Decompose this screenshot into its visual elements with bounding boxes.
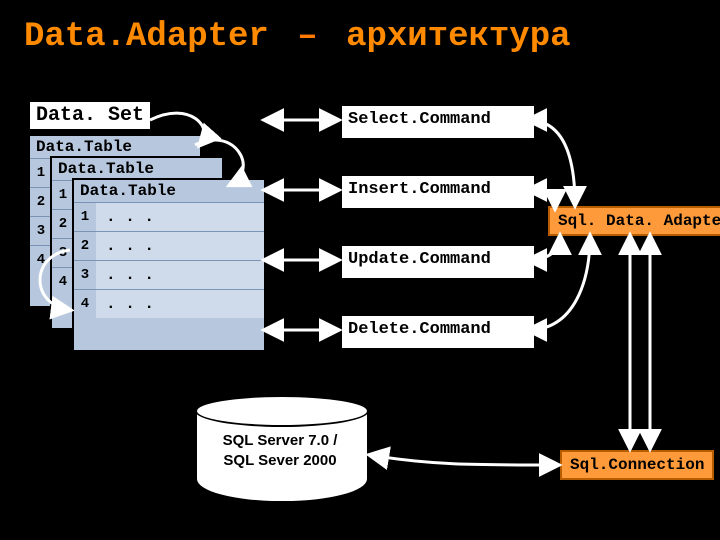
row-value: . . . bbox=[96, 202, 264, 231]
delete-command-box: Delete.Command bbox=[340, 314, 536, 350]
title-left: Data.Adapter bbox=[24, 18, 269, 56]
row-value: . . . bbox=[96, 231, 264, 260]
rownum: 3 bbox=[52, 238, 74, 267]
rownum: 2 bbox=[30, 187, 52, 216]
database-text: SQL Server 7.0 / SQL Sever 2000 bbox=[195, 431, 365, 471]
database-cylinder: SQL Server 7.0 / SQL Sever 2000 bbox=[195, 395, 365, 515]
dataset-block: Data. Set Data.Table 1 2 3 4 Data.Table … bbox=[28, 100, 288, 360]
select-command-box: Select.Command bbox=[340, 104, 536, 140]
rownum: 4 bbox=[30, 245, 52, 274]
title-right: архитектура bbox=[346, 18, 570, 56]
datatable-label-2: Data.Table bbox=[80, 182, 176, 200]
slide: Data.Adapter – архитектура Data. Set Dat… bbox=[0, 0, 720, 540]
insert-command-box: Insert.Command bbox=[340, 174, 536, 210]
rownum: 2 bbox=[52, 209, 74, 238]
row-numbers-back: 1 2 3 4 bbox=[30, 158, 52, 274]
title-dash: – bbox=[297, 18, 317, 56]
rownum: 4 bbox=[52, 267, 74, 296]
datatable-label-1: Data.Table bbox=[58, 160, 154, 178]
rownum: 4 bbox=[74, 289, 96, 318]
sql-connection-box: Sql.Connection bbox=[560, 450, 714, 480]
rownum: 1 bbox=[30, 158, 52, 187]
row-value: . . . bbox=[96, 260, 264, 289]
row-numbers-mid: 1 2 3 4 bbox=[52, 180, 74, 296]
row-numbers-front: 1 2 3 4 bbox=[74, 202, 96, 318]
rownum: 1 bbox=[52, 180, 74, 209]
database-line1: SQL Server 7.0 / bbox=[223, 432, 338, 449]
slide-title: Data.Adapter – архитектура bbox=[24, 18, 696, 56]
database-top bbox=[195, 395, 369, 427]
row-data-front: . . . . . . . . . . . . bbox=[96, 202, 264, 318]
update-command-box: Update.Command bbox=[340, 244, 536, 280]
rownum: 1 bbox=[74, 202, 96, 231]
sql-data-adapter-box: Sql. Data. Adapter bbox=[548, 206, 720, 236]
datatable-label-0: Data.Table bbox=[36, 138, 132, 156]
database-line2: SQL Sever 2000 bbox=[223, 452, 336, 469]
datatable-front: Data.Table 1 2 3 4 . . . . . . . . . . .… bbox=[72, 178, 266, 352]
row-value: . . . bbox=[96, 289, 264, 318]
rownum: 3 bbox=[74, 260, 96, 289]
rownum: 3 bbox=[30, 216, 52, 245]
rownum: 2 bbox=[74, 231, 96, 260]
dataset-label: Data. Set bbox=[28, 100, 152, 131]
